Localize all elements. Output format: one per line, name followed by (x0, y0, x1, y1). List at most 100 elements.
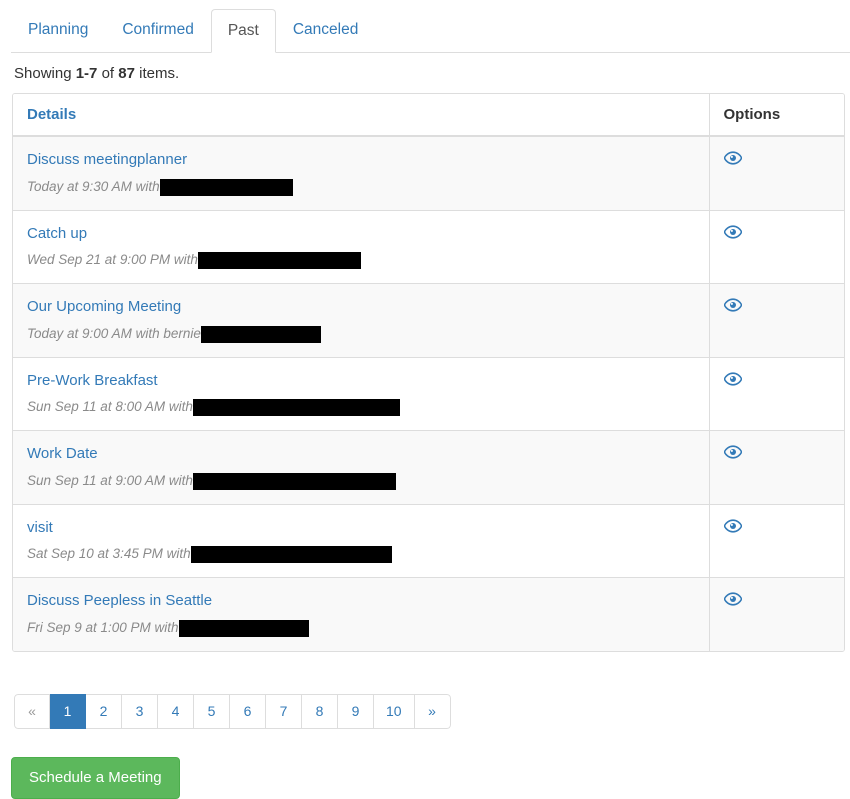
redacted-attendee-name (197, 252, 361, 269)
tab-list: Planning Confirmed Past Canceled (11, 0, 850, 53)
table-row: Pre-Work Breakfast Sun Sep 11 at 8:00 AM … (13, 356, 844, 431)
cell-options (708, 209, 844, 284)
summary-suffix: items. (134, 65, 180, 82)
pagination-prev-label: « (14, 693, 50, 730)
meetings-table-container: Details Options Discuss meetingplanner To… (12, 93, 845, 652)
meeting-title-link[interactable]: Catch up (27, 224, 87, 244)
cell-options (708, 356, 844, 431)
pagination-page-2-label[interactable]: 2 (86, 693, 122, 730)
pagination-page-10[interactable]: 10 (374, 693, 415, 730)
summary-prefix: Showing (14, 65, 76, 82)
meeting-title-link[interactable]: Pre-Work Breakfast (27, 371, 158, 391)
pagination-prev: « (14, 693, 50, 730)
sort-details-link[interactable]: Details (27, 106, 76, 123)
table-row: Discuss Peepless in Seattle Fri Sep 9 at … (13, 577, 844, 651)
table-row: Work Date Sun Sep 11 at 9:00 AM with (13, 430, 844, 504)
meeting-subtitle: Sun Sep 11 at 9:00 AM with (27, 472, 695, 490)
meeting-schedule-text: Fri Sep 9 at 1:00 PM with (27, 619, 179, 635)
table-row: Our Upcoming Meeting Today at 9:00 AM wit… (13, 283, 844, 357)
meeting-schedule-text: Today at 9:30 AM with (27, 178, 160, 194)
cell-details: Discuss Peepless in Seattle Fri Sep 9 at … (13, 577, 709, 651)
pagination-page-10-label[interactable]: 10 (374, 693, 415, 730)
pagination-next-label[interactable]: » (414, 693, 451, 730)
schedule-a-meeting-button[interactable]: Schedule a Meeting (11, 757, 180, 799)
meeting-title-link[interactable]: Discuss meetingplanner (27, 150, 187, 170)
cell-details: Our Upcoming Meeting Today at 9:00 AM wit… (13, 283, 709, 357)
pagination-page-9[interactable]: 9 (338, 693, 374, 730)
meeting-title-link[interactable]: Our Upcoming Meeting (27, 297, 181, 317)
eye-icon[interactable] (723, 445, 742, 459)
cell-details: Pre-Work Breakfast Sun Sep 11 at 8:00 AM … (13, 356, 709, 431)
meeting-subtitle: Sun Sep 11 at 8:00 AM with (27, 399, 695, 416)
eye-icon[interactable] (723, 592, 742, 606)
meeting-subtitle: Today at 9:30 AM with (27, 178, 695, 196)
meeting-subtitle: Fri Sep 9 at 1:00 PM with (27, 619, 695, 637)
summary-middle: of (97, 65, 119, 82)
pagination-page-4-label[interactable]: 4 (158, 693, 194, 730)
pagination-page-6[interactable]: 6 (230, 693, 266, 730)
pagination-page-1[interactable]: 1 (50, 693, 86, 730)
pagination-page-1-label[interactable]: 1 (50, 693, 86, 730)
tab-confirmed[interactable]: Confirmed (105, 8, 211, 52)
pagination-page-2[interactable]: 2 (86, 693, 122, 730)
primary-actions: Schedule a Meeting (11, 757, 850, 799)
meeting-schedule-text: Wed Sep 21 at 9:00 PM with (27, 252, 198, 268)
pagination-page-5-label[interactable]: 5 (194, 693, 230, 730)
cell-options (708, 135, 844, 210)
redacted-attendee-name (178, 619, 309, 637)
cell-options (708, 577, 844, 651)
tab-canceled[interactable]: Canceled (276, 8, 376, 52)
eye-icon[interactable] (723, 371, 742, 386)
tab-confirmed-label[interactable]: Confirmed (105, 8, 211, 52)
eye-icon[interactable] (723, 518, 742, 533)
redacted-attendee-name (159, 178, 293, 196)
table-row: Catch up Wed Sep 21 at 9:00 PM with (13, 209, 844, 284)
pagination-page-9-label[interactable]: 9 (338, 693, 374, 730)
pagination-page-3[interactable]: 3 (122, 693, 158, 730)
tab-past[interactable]: Past (210, 9, 276, 53)
cell-details: Catch up Wed Sep 21 at 9:00 PM with (13, 209, 709, 284)
pagination-page-8-label[interactable]: 8 (302, 693, 338, 730)
table-header-row: Details Options (13, 94, 844, 137)
meeting-schedule-text: Sun Sep 11 at 8:00 AM with (27, 399, 193, 415)
pagination-page-3-label[interactable]: 3 (122, 693, 158, 730)
meeting-subtitle: Today at 9:00 AM with bernie (27, 325, 695, 343)
column-header-options: Options (708, 94, 844, 137)
cell-options (708, 430, 844, 504)
table-row: Discuss meetingplanner Today at 9:30 AM w… (13, 135, 844, 210)
redacted-attendee-name (190, 546, 392, 563)
meeting-title-link[interactable]: Work Date (27, 444, 98, 464)
redacted-attendee-name (200, 325, 321, 343)
tab-bar: Planning Confirmed Past Canceled (0, 0, 850, 54)
column-header-details: Details (13, 94, 709, 137)
tab-planning-label[interactable]: Planning (11, 8, 105, 52)
meeting-schedule-text: Sat Sep 10 at 3:45 PM with (27, 546, 191, 562)
pagination-page-8[interactable]: 8 (302, 693, 338, 730)
pagination-page-4[interactable]: 4 (158, 693, 194, 730)
pagination-next[interactable]: » (414, 693, 451, 730)
tab-planning[interactable]: Planning (11, 8, 105, 52)
tab-past-label[interactable]: Past (210, 9, 276, 53)
pagination-page-6-label[interactable]: 6 (230, 693, 266, 730)
meeting-subtitle: Wed Sep 21 at 9:00 PM with (27, 252, 695, 269)
eye-icon[interactable] (723, 224, 742, 239)
summary-range: 1-7 (75, 65, 98, 82)
meeting-title-link[interactable]: visit (27, 518, 53, 538)
meeting-schedule-text: Today at 9:00 AM with bernie (27, 325, 201, 341)
eye-icon[interactable] (723, 151, 742, 165)
cell-details: Discuss meetingplanner Today at 9:30 AM w… (13, 135, 709, 210)
cell-options (708, 283, 844, 357)
results-summary: Showing 1-7 of 87 items. (14, 63, 850, 84)
meeting-schedule-text: Sun Sep 11 at 9:00 AM with (27, 472, 193, 488)
pagination-page-7-label[interactable]: 7 (266, 693, 302, 730)
table-header: Details Options (13, 94, 844, 137)
pagination-page-5[interactable]: 5 (194, 693, 230, 730)
summary-total: 87 (118, 65, 135, 82)
table-row: visit Sat Sep 10 at 3:45 PM with (13, 503, 844, 578)
column-header-options-label: Options (723, 106, 781, 123)
eye-icon[interactable] (723, 298, 742, 312)
redacted-attendee-name (192, 399, 400, 416)
pagination-page-7[interactable]: 7 (266, 693, 302, 730)
tab-canceled-label[interactable]: Canceled (276, 8, 376, 52)
meeting-title-link[interactable]: Discuss Peepless in Seattle (27, 591, 212, 611)
